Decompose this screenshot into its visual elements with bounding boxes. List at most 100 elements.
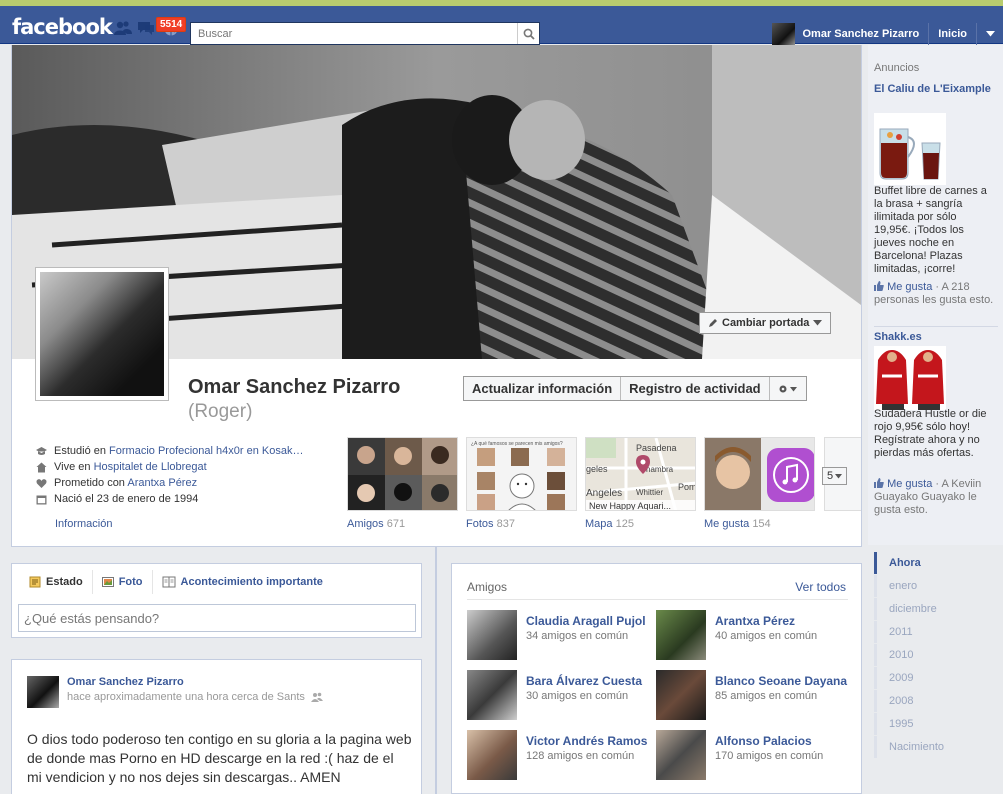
friends-tile[interactable] xyxy=(347,437,458,511)
top-navigation-bar: facebook 5514 Omar Sanchez Pizarro Inici… xyxy=(0,6,1003,46)
settings-menu-button[interactable] xyxy=(770,377,806,400)
info-birthday: Nació el 23 de enero de 1994 xyxy=(36,491,331,507)
likes-tile-label[interactable]: Me gusta 154 xyxy=(704,518,771,530)
ad-like-link[interactable]: Me gusta xyxy=(887,281,932,293)
mutual-friends-link[interactable]: 34 amigos en común xyxy=(526,630,628,642)
audience-friends-icon[interactable] xyxy=(310,692,323,702)
ad-like-link[interactable]: Me gusta xyxy=(887,478,932,490)
story-author-link[interactable]: Omar Sanchez Pizarro xyxy=(67,676,184,688)
scrubber-item-2009[interactable]: 2009 xyxy=(874,667,998,689)
mutual-friends-link[interactable]: 30 amigos en común xyxy=(526,690,628,702)
scrubber-item-born[interactable]: Nacimiento xyxy=(874,736,998,758)
friends-box: Amigos Ver todos Claudia Aragall Pujol 3… xyxy=(451,563,862,794)
scrubber-item-2008[interactable]: 2008 xyxy=(874,690,998,712)
more-tiles-button[interactable]: 5 xyxy=(822,467,847,485)
story-timestamp[interactable]: hace aproximadamente una hora cerca de S… xyxy=(67,691,305,703)
mutual-friends-link[interactable]: 40 amigos en común xyxy=(715,630,817,642)
relationship-link[interactable]: Arantxa Pérez xyxy=(127,477,197,489)
friend-photo[interactable] xyxy=(467,670,517,720)
scrubber-item-2010[interactable]: 2010 xyxy=(874,644,998,666)
search-button[interactable] xyxy=(517,23,539,44)
friend-name-link[interactable]: Victor Andrés Ramos xyxy=(526,734,647,748)
info-residence: Vive en Hospitalet de Llobregat xyxy=(36,459,331,475)
friends-box-title[interactable]: Amigos xyxy=(467,580,507,594)
info-education: Estudió en Formacio Profecional h4x0r en… xyxy=(36,443,331,459)
profile-picture[interactable] xyxy=(35,267,169,401)
facebook-logo[interactable]: facebook xyxy=(12,15,113,39)
birthday-text: Nació el 23 de enero de 1994 xyxy=(54,493,199,505)
life-event-icon xyxy=(162,576,176,588)
tab-photo[interactable]: Foto xyxy=(93,570,153,594)
home-link[interactable]: Inicio xyxy=(929,23,977,45)
status-icon xyxy=(29,576,41,588)
ad-image[interactable] xyxy=(874,346,946,410)
friend-name-link[interactable]: Blanco Seoane Dayana xyxy=(715,674,847,688)
map-tile-label[interactable]: Mapa 125 xyxy=(585,518,634,530)
likes-tile[interactable] xyxy=(704,437,815,511)
mutual-friends-link[interactable]: 128 amigos en común xyxy=(526,750,634,762)
scrubber-item-december[interactable]: diciembre xyxy=(874,598,998,620)
activity-log-button[interactable]: Registro de actividad xyxy=(621,377,770,400)
friend-photo[interactable] xyxy=(467,610,517,660)
friend-name-link[interactable]: Arantxa Pérez xyxy=(715,614,795,628)
gear-icon xyxy=(779,385,797,392)
story-meta: hace aproximadamente una hora cerca de S… xyxy=(67,691,323,703)
friend-photo[interactable] xyxy=(467,730,517,780)
ads-column: Anuncios El Caliu de L'Eixample Buffet l… xyxy=(868,45,1003,545)
svg-text:Pasadena: Pasadena xyxy=(636,443,677,453)
friend-photo[interactable] xyxy=(656,610,706,660)
see-all-friends-link[interactable]: Ver todos xyxy=(795,580,846,594)
ad-body: Buffet libre de carnes a la brasa + sang… xyxy=(874,185,987,275)
friends-tile-label[interactable]: Amigos 671 xyxy=(347,518,405,530)
scrubber-item-1995[interactable]: 1995 xyxy=(874,713,998,735)
update-info-button[interactable]: Actualizar información xyxy=(464,377,622,400)
user-avatar[interactable] xyxy=(772,22,796,46)
friend-name-link[interactable]: Alfonso Palacios xyxy=(715,734,812,748)
friend-photo[interactable] xyxy=(656,730,706,780)
photos-tile-label[interactable]: Fotos 837 xyxy=(466,518,515,530)
svg-text:hambra: hambra xyxy=(646,465,674,474)
thumbs-up-icon xyxy=(874,478,884,488)
search-icon xyxy=(523,28,535,40)
map-tile[interactable]: Pasadena geles hambra Angeles Whittier P… xyxy=(585,437,696,511)
story-author-avatar[interactable] xyxy=(27,676,59,708)
tab-status[interactable]: Estado xyxy=(26,570,93,594)
ads-title[interactable]: Anuncios xyxy=(874,62,919,74)
ad-title-link[interactable]: El Caliu de L'Eixample xyxy=(874,83,998,95)
change-cover-button[interactable]: Cambiar portada xyxy=(699,312,832,334)
info-relationship: Prometido con Arantxa Pérez xyxy=(36,475,331,491)
education-link[interactable]: Formacio Profecional h4x0r en Kosak… xyxy=(109,445,303,457)
home-icon xyxy=(36,462,47,472)
photos-tile[interactable]: ¿A qué famosos se parecen mis amigos? xyxy=(466,437,577,511)
svg-text:geles: geles xyxy=(586,464,608,474)
notifications-count-badge[interactable]: 5514 xyxy=(156,17,187,32)
friend-name-link[interactable]: Claudia Aragall Pujol xyxy=(526,614,646,628)
svg-text:Whittier: Whittier xyxy=(636,488,663,497)
svg-text:Pom: Pom xyxy=(678,482,696,492)
friend-requests-icon[interactable] xyxy=(114,20,132,36)
search-input[interactable] xyxy=(191,23,511,44)
scrubber-item-now[interactable]: Ahora xyxy=(874,552,998,574)
tab-life-event[interactable]: Acontecimiento importante xyxy=(153,570,332,594)
search-box xyxy=(190,22,540,45)
about-link[interactable]: Información xyxy=(55,518,112,530)
messages-icon[interactable] xyxy=(137,20,155,36)
mutual-friends-link[interactable]: 85 amigos en común xyxy=(715,690,817,702)
account-menu-button[interactable] xyxy=(977,23,1003,45)
friend-photo[interactable] xyxy=(656,670,706,720)
mutual-friends-link[interactable]: 170 amigos en común xyxy=(715,750,823,762)
user-profile-link[interactable]: Omar Sanchez Pizarro xyxy=(802,23,930,45)
story-text: O dios todo poderoso ten contigo en su g… xyxy=(27,731,412,785)
timeline-story: Omar Sanchez Pizarro hace aproximadament… xyxy=(11,659,422,794)
divider xyxy=(467,599,848,600)
chevron-down-icon xyxy=(985,31,995,37)
scrubber-item-january[interactable]: enero xyxy=(874,575,998,597)
status-input[interactable] xyxy=(18,604,416,632)
ad-image[interactable] xyxy=(874,113,946,185)
scrubber-item-2011[interactable]: 2011 xyxy=(874,621,998,643)
ad-title-link[interactable]: Shakk.es xyxy=(874,331,998,343)
friend-item: Bara Álvarez Cuesta 30 amigos en común xyxy=(467,670,657,722)
residence-link[interactable]: Hospitalet de Llobregat xyxy=(94,461,207,473)
friend-item: Alfonso Palacios 170 amigos en común xyxy=(656,730,846,782)
friend-name-link[interactable]: Bara Álvarez Cuesta xyxy=(526,674,642,688)
